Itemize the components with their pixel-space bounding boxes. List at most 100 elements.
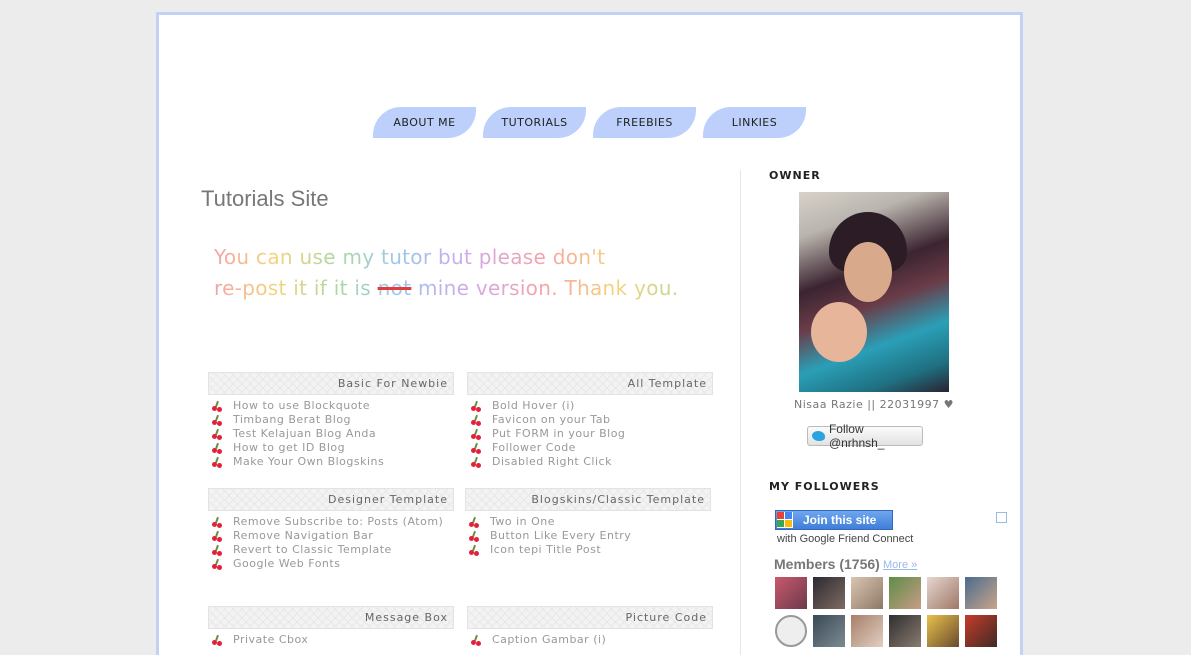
tutorial-link[interactable]: Make Your Own Blogskins bbox=[208, 455, 454, 469]
follow-label: Follow @nrhnsh_ bbox=[828, 422, 885, 450]
link-label: Revert to Classic Template bbox=[233, 543, 392, 556]
nav-linkies[interactable]: LINKIES bbox=[703, 107, 806, 138]
box-title: Basic For Newbie bbox=[208, 372, 454, 395]
tutorial-link[interactable]: Disabled Right Click bbox=[467, 455, 713, 469]
member-avatar[interactable] bbox=[889, 577, 921, 609]
cherry-icon bbox=[212, 544, 222, 556]
tutorial-link[interactable]: How to get ID Blog bbox=[208, 441, 454, 455]
link-label: Follower Code bbox=[492, 441, 576, 454]
member-avatar[interactable] bbox=[775, 577, 807, 609]
popout-icon[interactable] bbox=[996, 512, 1007, 523]
tutorial-link[interactable]: Follower Code bbox=[467, 441, 713, 455]
link-label: How to use Blockquote bbox=[233, 399, 371, 412]
cherry-icon bbox=[471, 428, 481, 440]
link-label: Favicon on your Tab bbox=[492, 413, 611, 426]
notice-strike-text: not bbox=[377, 276, 412, 300]
cherry-icon bbox=[212, 530, 222, 542]
box-title: Designer Template bbox=[208, 488, 454, 511]
cherry-icon bbox=[471, 634, 481, 646]
box-all-template: All Template Bold Hover (i) Favicon on y… bbox=[467, 372, 713, 469]
tutorial-link[interactable]: Put FORM in your Blog bbox=[467, 427, 713, 441]
cherry-icon bbox=[471, 442, 481, 454]
nav-freebies[interactable]: FREEBIES bbox=[593, 107, 696, 138]
cherry-icon bbox=[212, 428, 222, 440]
box-message-box: Message Box Private Cbox bbox=[208, 606, 454, 647]
link-label: Button Like Every Entry bbox=[490, 529, 632, 542]
link-label: Remove Navigation Bar bbox=[233, 529, 374, 542]
box-blogskins-classic-template: Blogskins/Classic Template Two in One Bu… bbox=[465, 488, 711, 557]
link-list: How to use Blockquote Timbang Berat Blog… bbox=[208, 399, 454, 469]
cherry-icon bbox=[471, 414, 481, 426]
member-avatar[interactable] bbox=[927, 577, 959, 609]
link-label: Make Your Own Blogskins bbox=[233, 455, 385, 468]
join-label: Join this site bbox=[803, 513, 877, 527]
column-divider bbox=[740, 170, 741, 655]
tutorial-link[interactable]: Timbang Berat Blog bbox=[208, 413, 454, 427]
link-label: Two in One bbox=[490, 515, 556, 528]
member-avatar[interactable] bbox=[889, 615, 921, 647]
box-title: Blogskins/Classic Template bbox=[465, 488, 711, 511]
tutorial-link[interactable]: Google Web Fonts bbox=[208, 557, 454, 571]
notice-line-1: You can use my tutor but please don't bbox=[214, 245, 606, 269]
link-list: Bold Hover (i) Favicon on your Tab Put F… bbox=[467, 399, 713, 469]
photo-detail bbox=[844, 242, 892, 302]
member-avatar[interactable] bbox=[965, 577, 997, 609]
link-label: Test Kelajuan Blog Anda bbox=[233, 427, 377, 440]
cherry-icon bbox=[212, 456, 222, 468]
members-count: Members (1756) bbox=[774, 556, 880, 572]
join-site-button[interactable]: Join this site bbox=[775, 510, 893, 530]
member-avatar[interactable] bbox=[813, 577, 845, 609]
followers-title: MY FOLLOWERS bbox=[769, 480, 880, 493]
link-label: Google Web Fonts bbox=[233, 557, 341, 570]
cherry-icon bbox=[471, 456, 481, 468]
tutorial-link[interactable]: Icon tepi Title Post bbox=[465, 543, 711, 557]
tutorial-link[interactable]: Revert to Classic Template bbox=[208, 543, 454, 557]
box-title: All Template bbox=[467, 372, 713, 395]
tutorial-link[interactable]: Remove Navigation Bar bbox=[208, 529, 454, 543]
tutorial-link[interactable]: Bold Hover (i) bbox=[467, 399, 713, 413]
more-members-link[interactable]: More » bbox=[883, 559, 917, 571]
twitter-follow-button[interactable]: Follow @nrhnsh_ bbox=[807, 422, 923, 450]
tutorial-link[interactable]: Two in One bbox=[465, 515, 711, 529]
cherry-icon bbox=[212, 414, 222, 426]
link-list: Private Cbox bbox=[208, 633, 454, 647]
tutorial-link[interactable]: Test Kelajuan Blog Anda bbox=[208, 427, 454, 441]
box-designer-template: Designer Template Remove Subscribe to: P… bbox=[208, 488, 454, 571]
nav-tutorials[interactable]: TUTORIALS bbox=[483, 107, 586, 138]
member-avatar[interactable] bbox=[813, 615, 845, 647]
link-list: Two in One Button Like Every Entry Icon … bbox=[465, 515, 711, 557]
tutorial-link[interactable]: Caption Gambar (i) bbox=[467, 633, 713, 647]
link-list: Caption Gambar (i) bbox=[467, 633, 713, 647]
blog-frame: ABOUT ME TUTORIALS FREEBIES LINKIES Tuto… bbox=[156, 12, 1023, 655]
tutorial-link[interactable]: Favicon on your Tab bbox=[467, 413, 713, 427]
owner-photo bbox=[799, 192, 949, 392]
tutorial-link[interactable]: Button Like Every Entry bbox=[465, 529, 711, 543]
twitter-bird-icon bbox=[812, 431, 825, 441]
usage-notice: You can use my tutor but please don't re… bbox=[214, 242, 714, 304]
cherry-icon bbox=[469, 516, 479, 528]
notice-text: mine version. Thank you. bbox=[411, 276, 679, 300]
google-friend-connect-icon bbox=[777, 512, 793, 528]
nav-about-me[interactable]: ABOUT ME bbox=[373, 107, 476, 138]
photo-detail bbox=[811, 302, 867, 362]
notice-line-2: re-post it if it is not mine version. Th… bbox=[214, 273, 714, 304]
member-avatar[interactable] bbox=[927, 615, 959, 647]
tutorial-link[interactable]: How to use Blockquote bbox=[208, 399, 454, 413]
cherry-icon bbox=[212, 558, 222, 570]
tutorial-link[interactable]: Remove Subscribe to: Posts (Atom) bbox=[208, 515, 454, 529]
owner-title: OWNER bbox=[769, 169, 821, 182]
member-avatar[interactable] bbox=[965, 615, 997, 647]
box-basic-for-newbie: Basic For Newbie How to use Blockquote T… bbox=[208, 372, 454, 469]
tutorial-link[interactable]: Private Cbox bbox=[208, 633, 454, 647]
cherry-icon bbox=[212, 400, 222, 412]
link-label: Icon tepi Title Post bbox=[490, 543, 602, 556]
member-avatar[interactable] bbox=[851, 615, 883, 647]
cherry-icon bbox=[212, 634, 222, 646]
link-label: How to get ID Blog bbox=[233, 441, 346, 454]
link-label: Timbang Berat Blog bbox=[233, 413, 352, 426]
member-avatar[interactable] bbox=[851, 577, 883, 609]
cherry-icon bbox=[469, 544, 479, 556]
link-label: Put FORM in your Blog bbox=[492, 427, 626, 440]
owner-caption: Nisaa Razie || 22031997 ♥ bbox=[794, 398, 954, 411]
default-avatar-icon[interactable] bbox=[775, 615, 807, 647]
